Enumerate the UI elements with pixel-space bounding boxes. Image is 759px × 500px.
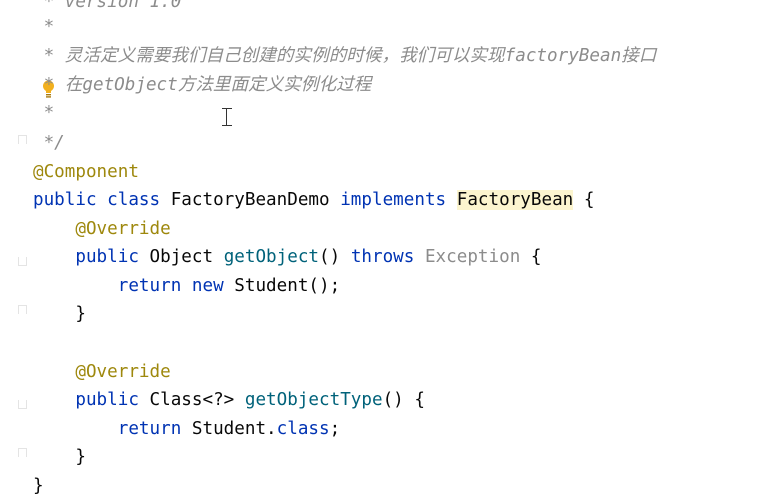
code-line[interactable]: * 在getObject方法里面定义实例化过程 bbox=[33, 71, 372, 99]
code-text: } bbox=[33, 447, 86, 467]
method-name: getObjectType bbox=[244, 390, 383, 410]
fold-marker-icon[interactable] bbox=[18, 448, 27, 457]
code-line[interactable]: * bbox=[33, 13, 55, 41]
keyword-token: return bbox=[117, 276, 182, 296]
comment-text: 接口 bbox=[621, 46, 657, 66]
keyword-token: throws bbox=[350, 247, 415, 267]
annotation-token: @Override bbox=[33, 362, 171, 382]
code-line[interactable]: } bbox=[33, 300, 86, 328]
comment-star: * bbox=[33, 46, 65, 66]
code-line[interactable]: public Class<?> getObjectType() { bbox=[33, 386, 425, 414]
comment-text: 在 bbox=[64, 75, 83, 95]
keyword-token: class bbox=[276, 419, 330, 439]
comment-text: factoryBean bbox=[504, 46, 622, 66]
exception-type: Exception bbox=[424, 247, 521, 267]
text-cursor-icon bbox=[222, 108, 232, 126]
code-text: Class<?> bbox=[138, 390, 245, 410]
code-line[interactable]: * bbox=[33, 99, 55, 127]
code-line[interactable]: * version 1.0 bbox=[33, 0, 182, 16]
fold-marker-icon[interactable] bbox=[18, 305, 27, 314]
code-line[interactable]: return new Student(); bbox=[33, 272, 340, 300]
keyword-token: public bbox=[33, 190, 97, 210]
code-line[interactable]: @Component bbox=[33, 158, 139, 186]
fold-marker-icon[interactable] bbox=[18, 135, 27, 144]
method-name: getObject bbox=[223, 247, 320, 267]
comment-text: getObject bbox=[82, 75, 178, 95]
code-line[interactable]: */ bbox=[33, 129, 65, 157]
code-editor[interactable]: * version 1.0 * * 灵活定义需要我们自己创建的实例的时候，我们可… bbox=[0, 0, 759, 500]
class-name: FactoryBeanDemo bbox=[160, 190, 341, 210]
editor-gutter bbox=[0, 0, 28, 500]
code-text: } bbox=[33, 476, 44, 496]
comment-star: * bbox=[33, 75, 65, 95]
code-line[interactable]: @Override bbox=[33, 215, 171, 243]
code-line[interactable]: } bbox=[33, 472, 44, 500]
highlighted-identifier: FactoryBean bbox=[456, 190, 574, 210]
keyword-token: public bbox=[75, 390, 139, 410]
code-line[interactable]: } bbox=[33, 443, 86, 471]
code-text: } bbox=[33, 304, 86, 324]
code-text: { bbox=[573, 190, 595, 210]
fold-marker-icon[interactable] bbox=[18, 400, 27, 409]
code-line[interactable]: public Object getObject() throws Excepti… bbox=[33, 243, 542, 271]
code-text: ; bbox=[329, 419, 341, 439]
code-text: Object bbox=[138, 247, 224, 267]
comment-text: * bbox=[33, 17, 55, 37]
code-text: { bbox=[520, 247, 542, 267]
code-text: () { bbox=[382, 390, 425, 410]
keyword-token: implements bbox=[340, 190, 447, 210]
annotation-token: @Override bbox=[33, 219, 171, 239]
code-line[interactable]: public class FactoryBeanDemo implements … bbox=[33, 186, 594, 214]
comment-text: 灵活定义需要我们自己创建的实例的时候，我们可以实现 bbox=[64, 46, 505, 66]
code-text: Student(); bbox=[223, 276, 341, 296]
keyword-token: class bbox=[107, 190, 161, 210]
fold-marker-icon[interactable] bbox=[18, 257, 27, 266]
comment-text: * version 1.0 bbox=[33, 0, 182, 12]
keyword-token: public bbox=[75, 247, 139, 267]
comment-text: */ bbox=[33, 133, 65, 153]
annotation-token: @Component bbox=[33, 162, 139, 182]
code-text: () bbox=[319, 247, 351, 267]
keyword-token: return bbox=[117, 419, 182, 439]
code-text: Student. bbox=[181, 419, 277, 439]
comment-text: 方法里面定义实例化过程 bbox=[177, 75, 372, 95]
comment-text: * bbox=[33, 103, 55, 123]
code-line[interactable]: @Override bbox=[33, 358, 171, 386]
code-line[interactable]: return Student.class; bbox=[33, 415, 340, 443]
code-line[interactable]: * 灵活定义需要我们自己创建的实例的时候，我们可以实现factoryBean接口 bbox=[33, 42, 657, 70]
keyword-token: new bbox=[191, 276, 224, 296]
